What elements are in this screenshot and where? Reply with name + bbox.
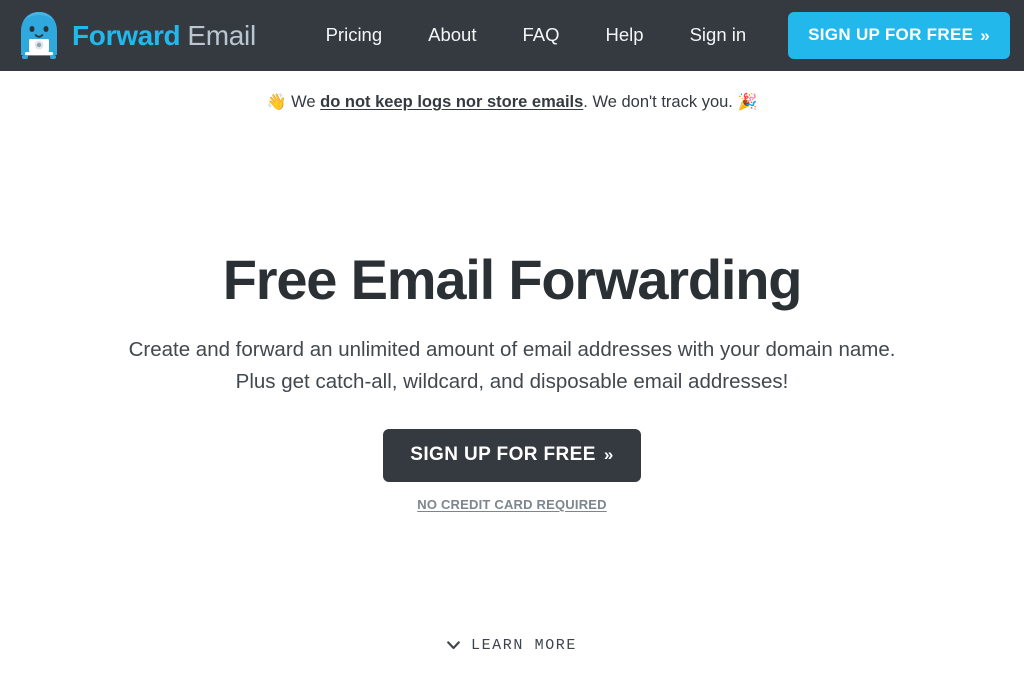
page-title: Free Email Forwarding [222,247,803,311]
no-credit-card-link[interactable]: NO CREDIT CARD REQUIRED [0,497,1024,512]
brand-word-email: Email [187,19,256,51]
brand-word-forward: Forward [72,19,181,51]
learn-more-link[interactable]: LEARN MORE [447,637,577,654]
banner-text-before: We [291,93,321,111]
nav-item-sign-in[interactable]: Sign in [667,26,770,45]
site-header: Forward Email Pricing About FAQ Help Sign… [0,0,1024,71]
chevron-down-icon [447,641,460,650]
privacy-announcement-banner: 👋 We do not keep logs nor store emails. … [0,71,1024,114]
hero-subtitle-line-2: Plus get catch-all, wildcard, and dispos… [235,369,789,393]
hero-sign-up-button[interactable]: SIGN UP FOR FREE » [383,428,641,482]
double-chevron-right-icon: » [980,25,990,45]
nav-item-help[interactable]: Help [583,26,667,45]
hero-subtitle: Create and forward an unlimited amount o… [0,334,1024,396]
hero-subtitle-line-1: Create and forward an unlimited amount o… [128,338,896,362]
hero-section: Free Email Forwarding Create and forward… [0,114,1024,512]
banner-text-after: . We don't track you. [583,93,738,111]
nav-item-pricing[interactable]: Pricing [303,26,406,45]
party-popper-icon: 🎉 [737,94,758,111]
brand-wordmark: Forward Email [72,19,256,51]
header-sign-up-button[interactable]: SIGN UP FOR FREE » [788,12,1010,59]
double-chevron-right-icon: » [603,445,614,465]
waving-hand-icon: 👋 [266,94,287,111]
brand-logo-link[interactable]: Forward Email [16,11,256,61]
learn-more-label: LEARN MORE [470,637,577,654]
main-navigation: Pricing About FAQ Help Sign in SIGN UP F… [303,12,1010,59]
hero-sign-up-label: SIGN UP FOR FREE [410,443,596,465]
header-sign-up-label: SIGN UP FOR FREE [808,25,974,44]
nav-item-about[interactable]: About [405,26,499,45]
mascot-logo-icon [16,11,62,61]
nav-item-faq[interactable]: FAQ [500,26,583,45]
learn-more-container: LEARN MORE [0,637,1024,655]
banner-emphasis-text: do not keep logs nor store emails [320,93,584,111]
